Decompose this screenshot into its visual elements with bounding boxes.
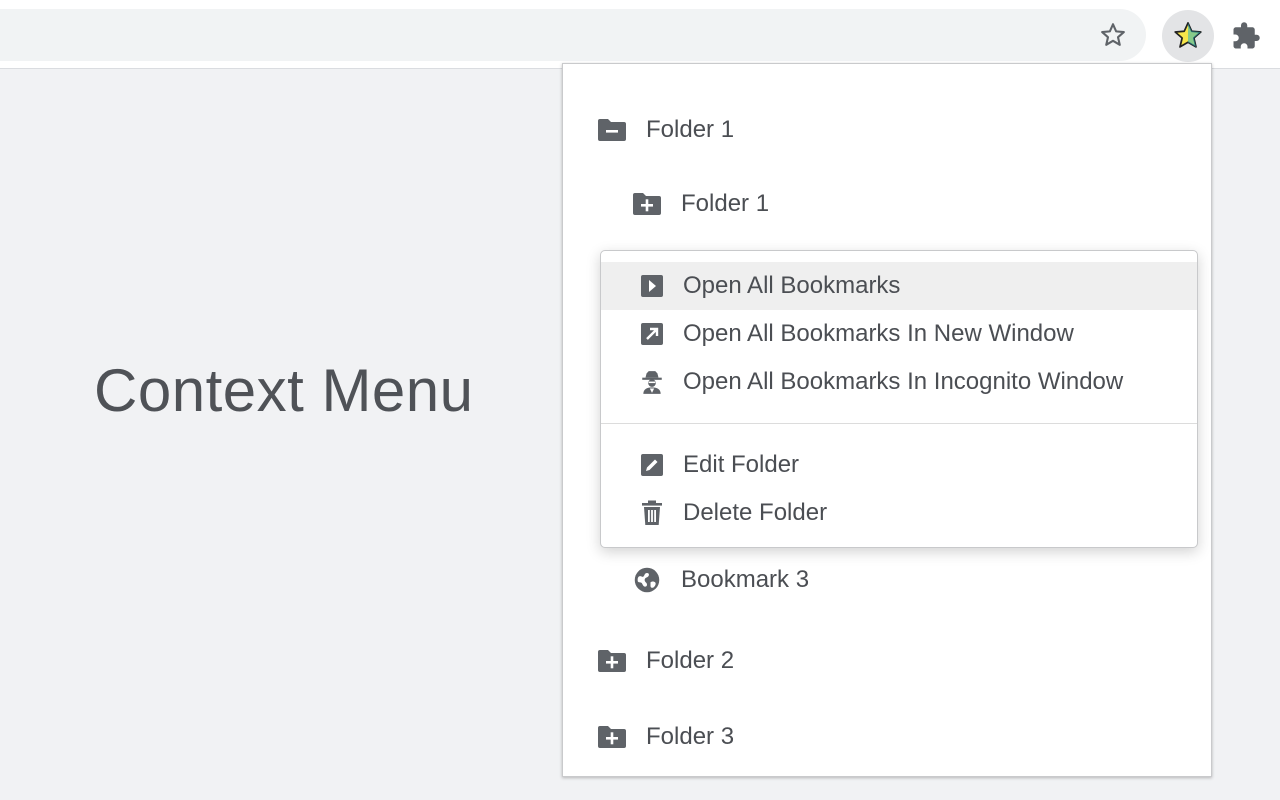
edit-icon: [637, 450, 667, 480]
address-bar[interactable]: [0, 9, 1146, 61]
tree-item-label: Folder 1: [681, 190, 770, 217]
folder-plus-icon: [631, 188, 663, 220]
tree-item-folder-1[interactable]: Folder 1: [596, 110, 734, 150]
tree-item-subfolder-1[interactable]: Folder 1: [631, 184, 769, 224]
menu-item-open-all[interactable]: Open All Bookmarks: [601, 262, 1197, 310]
folder-minus-icon: [596, 114, 628, 146]
browser-toolbar: [0, 3, 1280, 69]
menu-item-label: Edit Folder: [683, 451, 800, 478]
incognito-icon: [637, 367, 667, 397]
open-new-window-icon: [637, 319, 667, 349]
bookmark-star-button[interactable]: [1090, 12, 1136, 58]
menu-item-label: Open All Bookmarks In New Window: [683, 320, 1074, 347]
tree-item-label: Folder 2: [646, 647, 735, 674]
menu-item-open-all-incognito[interactable]: Open All Bookmarks In Incognito Window: [601, 358, 1197, 406]
menu-item-label: Open All Bookmarks: [683, 272, 901, 299]
extensions-menu-button[interactable]: [1222, 12, 1270, 60]
menu-item-label: Open All Bookmarks In Incognito Window: [683, 368, 1124, 395]
menu-item-edit-folder[interactable]: Edit Folder: [601, 441, 1197, 489]
context-menu: Open All Bookmarks Open All Bookmarks In…: [600, 250, 1198, 548]
tree-item-folder-2[interactable]: Folder 2: [596, 641, 734, 681]
yellow-star-extension-icon: [1174, 22, 1202, 48]
folder-plus-icon: [596, 645, 628, 677]
puzzle-icon: [1233, 22, 1260, 49]
folder-plus-icon: [596, 721, 628, 753]
menu-item-open-all-new-window[interactable]: Open All Bookmarks In New Window: [601, 310, 1197, 358]
tree-item-label: Folder 1: [646, 116, 735, 143]
star-outline-icon: [1101, 23, 1125, 46]
tree-item-label: Folder 3: [646, 723, 735, 750]
tree-item-label: Bookmark 3: [681, 566, 810, 593]
page-title: Context Menu: [94, 357, 474, 424]
tree-item-bookmark-3[interactable]: Bookmark 3: [631, 560, 809, 600]
menu-item-label: Delete Folder: [683, 499, 828, 526]
menu-divider: [601, 423, 1197, 424]
globe-icon: [631, 564, 663, 596]
play-box-icon: [637, 271, 667, 301]
menu-item-delete-folder[interactable]: Delete Folder: [601, 489, 1197, 537]
trash-icon: [637, 498, 667, 528]
tree-item-folder-3[interactable]: Folder 3: [596, 717, 734, 757]
extension-button[interactable]: [1162, 10, 1214, 62]
